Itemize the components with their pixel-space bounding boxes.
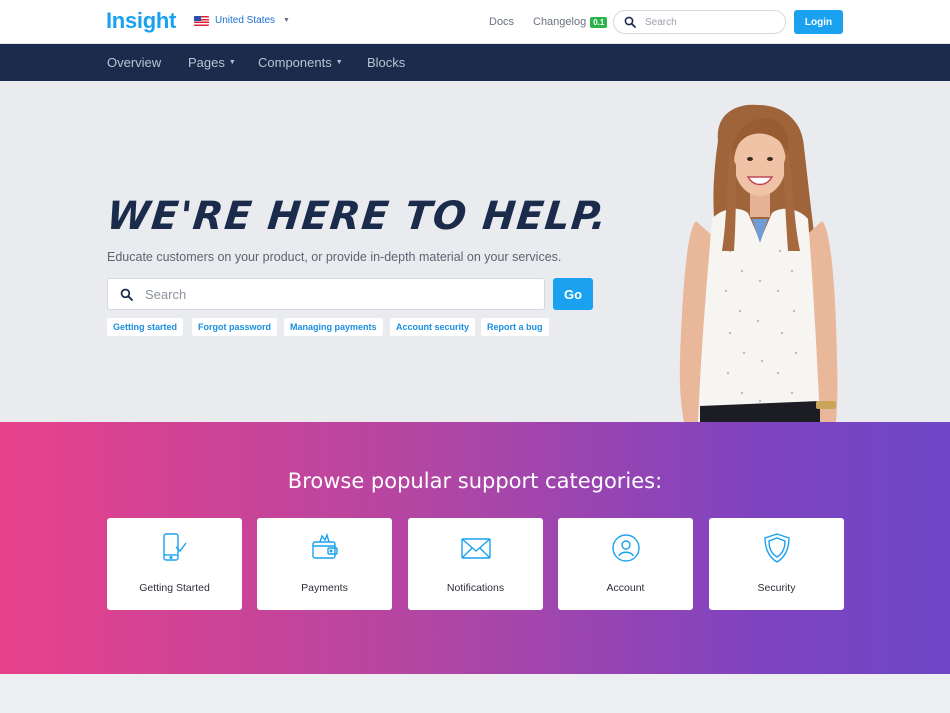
nav-item-blocks[interactable]: Blocks — [367, 55, 405, 70]
hero-person-image — [679, 104, 838, 422]
chevron-down-icon: ▼ — [335, 59, 343, 66]
nav-item-label: Blocks — [367, 55, 406, 70]
category-card-account[interactable]: Account — [558, 518, 693, 610]
user-circle-icon — [612, 534, 640, 562]
categories-heading: Browse popular support categories: — [287, 469, 663, 493]
wallet-icon — [312, 532, 338, 559]
main-nav: Overview Pages ▼ Components ▼ Blocks — [0, 44, 950, 81]
locale-selector[interactable]: United States ▼ — [194, 15, 290, 26]
header-search[interactable] — [613, 10, 786, 34]
logo[interactable]: Insight — [106, 8, 176, 34]
nav-item-components[interactable]: Components ▼ — [258, 55, 343, 70]
quick-link-managing-payments[interactable]: Managing payments — [284, 318, 383, 336]
footer-band — [0, 674, 950, 713]
category-label: Getting Started — [139, 582, 210, 594]
changelog-link[interactable]: Changelog 0.1 — [533, 16, 608, 28]
search-icon — [624, 16, 636, 28]
us-flag-icon — [194, 15, 209, 26]
category-label: Security — [757, 582, 796, 594]
category-card-payments[interactable]: Payments — [257, 518, 392, 610]
locale-label: United States — [215, 15, 276, 26]
hero-search-input[interactable] — [145, 286, 525, 302]
phone-check-icon — [163, 533, 187, 561]
docs-link[interactable]: Docs — [489, 16, 514, 28]
chevron-down-icon: ▼ — [228, 59, 236, 66]
quick-link-getting-started[interactable]: Getting started — [107, 318, 184, 336]
category-card-notifications[interactable]: Notifications — [408, 518, 543, 610]
category-card-getting-started[interactable]: Getting Started — [107, 518, 242, 610]
category-label: Payments — [301, 582, 348, 594]
category-card-security[interactable]: Security — [709, 518, 844, 610]
changelog-label: Changelog — [533, 16, 587, 28]
hero-search[interactable] — [107, 278, 545, 310]
category-label: Notifications — [446, 582, 505, 594]
nav-item-pages[interactable]: Pages ▼ — [188, 55, 236, 70]
hero-headline: We're here to help. — [104, 194, 611, 239]
category-label: Account — [606, 582, 645, 594]
envelope-icon — [461, 538, 491, 559]
support-categories-section: Browse popular support categories: Getti… — [0, 422, 950, 674]
header-search-input[interactable] — [645, 16, 765, 28]
quick-link-forgot-password[interactable]: Forgot password — [192, 318, 278, 336]
quick-link-account-security[interactable]: Account security — [390, 318, 476, 336]
nav-item-label: Overview — [107, 55, 162, 70]
login-button[interactable]: Login — [794, 10, 843, 34]
search-icon — [120, 288, 133, 301]
nav-item-label: Components — [258, 55, 332, 70]
quick-link-report-bug[interactable]: Report a bug — [481, 318, 549, 336]
hero-section: We're here to help. Educate customers on… — [0, 81, 950, 422]
nav-item-overview[interactable]: Overview — [107, 55, 161, 70]
version-badge: 0.1 — [590, 16, 608, 28]
shield-icon — [764, 533, 790, 563]
top-header: Insight United States ▼ Docs Changelog 0… — [0, 0, 950, 44]
chevron-down-icon: ▼ — [283, 17, 290, 24]
nav-item-label: Pages — [188, 55, 225, 70]
go-button[interactable]: Go — [553, 278, 593, 310]
hero-subtext: Educate customers on your product, or pr… — [107, 250, 562, 264]
